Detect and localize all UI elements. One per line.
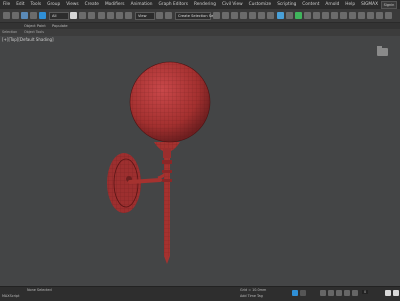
unlink-icon[interactable]	[30, 12, 37, 19]
selection-status: None Selected	[27, 288, 52, 292]
set-key-icon[interactable]	[300, 290, 306, 296]
go-to-start-icon[interactable]	[320, 290, 326, 296]
link-icon[interactable]	[21, 12, 28, 19]
align-icon[interactable]	[222, 12, 229, 19]
previous-frame-icon[interactable]	[328, 290, 334, 296]
menu-file[interactable]: File	[0, 0, 13, 9]
named-selection-sets-dropdown[interactable]: Create Selection Se	[175, 12, 213, 20]
camera-icon[interactable]	[367, 12, 374, 19]
layer-explorer-icon[interactable]	[231, 12, 238, 19]
arnold-render-icon[interactable]	[331, 12, 338, 19]
move-icon[interactable]	[98, 12, 105, 19]
scale-icon[interactable]	[116, 12, 123, 19]
render-iterative-icon[interactable]	[304, 12, 311, 19]
grid-status: Grid = 10.0mm	[240, 288, 267, 292]
perspective-viewport[interactable]: [+][Top][Default Shading]	[0, 36, 400, 286]
rotate-icon[interactable]	[107, 12, 114, 19]
menu-scripting[interactable]: Scripting	[274, 0, 299, 9]
play-icon[interactable]	[336, 290, 342, 296]
toggle-ribbon-icon[interactable]	[240, 12, 247, 19]
menu-rendering[interactable]: Rendering	[191, 0, 219, 9]
snap-toggle-icon[interactable]	[165, 12, 172, 19]
light-icon[interactable]	[376, 12, 383, 19]
menu-graph-editors[interactable]: Graph Editors	[155, 0, 191, 9]
redo-icon[interactable]	[12, 12, 19, 19]
material-editor-icon[interactable]	[267, 12, 274, 19]
menu-edit[interactable]: Edit	[13, 0, 27, 9]
add-time-tag-button[interactable]: Add Time Tag	[240, 294, 263, 298]
status-bar: MAXScript None Selected Grid = 10.0mm Ad…	[0, 286, 400, 301]
lamp-cup-shape	[154, 142, 180, 158]
effects-icon[interactable]	[358, 12, 365, 19]
menu-civil-view[interactable]: Civil View	[219, 0, 246, 9]
pan-icon[interactable]	[385, 290, 391, 296]
reference-coordinate-dropdown[interactable]: View	[135, 12, 155, 20]
wall-lamp-model[interactable]	[0, 36, 400, 286]
placement-icon[interactable]	[125, 12, 132, 19]
environment-icon[interactable]	[349, 12, 356, 19]
menu-arnold[interactable]: Arnold	[322, 0, 342, 9]
auto-key-icon[interactable]	[292, 290, 298, 296]
render-production-icon[interactable]	[295, 12, 302, 19]
schematic-view-icon[interactable]	[258, 12, 265, 19]
go-to-end-icon[interactable]	[352, 290, 358, 296]
helper-icon[interactable]	[385, 12, 392, 19]
maxscript-listener[interactable]: MAXScript	[2, 294, 19, 298]
menu-content[interactable]: Content	[299, 0, 322, 9]
sign-in-button[interactable]: Signin	[381, 1, 397, 9]
arnold-icon[interactable]	[322, 12, 329, 19]
mirror-icon[interactable]	[213, 12, 220, 19]
render-in-cloud-icon[interactable]	[313, 12, 320, 19]
current-frame-field[interactable]: 0	[362, 290, 369, 294]
zoom-extents-icon[interactable]	[393, 290, 399, 296]
menu-modifiers[interactable]: Modifiers	[102, 0, 128, 9]
render-setup-icon[interactable]	[277, 12, 284, 19]
menu-customize[interactable]: Customize	[246, 0, 275, 9]
menu-group[interactable]: Group	[44, 0, 63, 9]
main-toolbar: All View Create Selection Se	[0, 9, 400, 23]
rectangle-selection-icon[interactable]	[79, 12, 86, 19]
window-crossing-icon[interactable]	[88, 12, 95, 19]
arnold-settings-icon[interactable]	[340, 12, 347, 19]
lamp-globe-shape	[129, 61, 211, 143]
select-by-name-icon[interactable]	[70, 12, 77, 19]
select-object-icon[interactable]	[39, 12, 46, 19]
rendered-frame-window-icon[interactable]	[286, 12, 293, 19]
pivot-center-icon[interactable]	[156, 12, 163, 19]
next-frame-icon[interactable]	[344, 290, 350, 296]
menu-tools[interactable]: Tools	[28, 0, 45, 9]
ribbon-label-object-tools: Object Tools	[24, 30, 44, 34]
menu-animation[interactable]: Animation	[128, 0, 156, 9]
undo-icon[interactable]	[3, 12, 10, 19]
ribbon-label-selection: Selection	[2, 30, 18, 34]
menu-help[interactable]: Help	[342, 0, 358, 9]
lamp-stem-shape	[162, 156, 172, 264]
menu-sigmax[interactable]: SIGMAX	[358, 0, 381, 9]
curve-editor-icon[interactable]	[249, 12, 256, 19]
menu-create[interactable]: Create	[82, 0, 102, 9]
selection-filter-dropdown[interactable]: All	[49, 12, 69, 20]
menu-views[interactable]: Views	[63, 0, 81, 9]
menu-bar: File Edit Tools Group Views Create Modif…	[0, 0, 400, 9]
max-window: File Edit Tools Group Views Create Modif…	[0, 0, 400, 301]
